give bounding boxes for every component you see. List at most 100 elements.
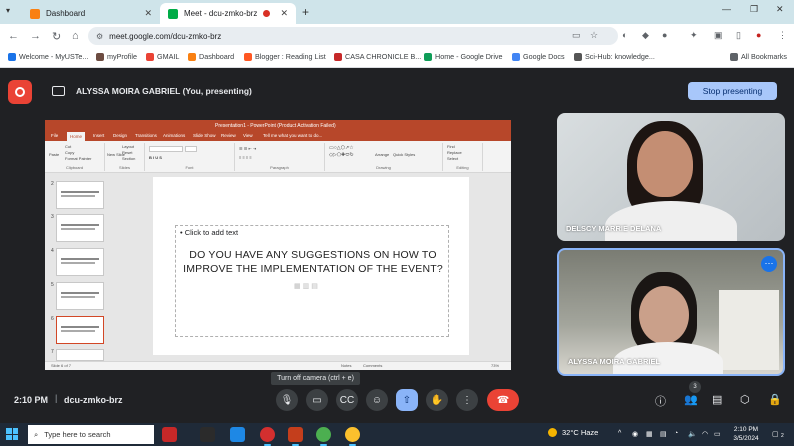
tray-app-icon[interactable]: ◉ <box>632 430 638 438</box>
taskbar-search[interactable]: ⌕ Type here to search <box>28 425 154 444</box>
bookmark-item[interactable]: Sci-Hub: knowledge... <box>574 52 655 61</box>
participant-tile[interactable]: DELSCY MARRIE DELANA <box>557 113 785 241</box>
slide-thumbnail[interactable] <box>56 248 104 276</box>
edge-icon[interactable] <box>230 427 245 442</box>
site-info-icon[interactable]: ⚙ <box>96 32 103 41</box>
chrome-icon[interactable] <box>345 427 360 446</box>
more-options-button[interactable]: ⋮ <box>456 389 478 411</box>
new-tab-icon[interactable]: + <box>302 5 309 19</box>
extension-icon[interactable]: ◐ <box>622 30 627 40</box>
close-tab-icon[interactable]: ✕ <box>144 8 152 19</box>
insert-content-icons[interactable]: ▦▥▤ <box>294 282 320 290</box>
tray-app-icon[interactable]: ◔ <box>674 430 678 437</box>
slide-thumbnail[interactable] <box>56 181 104 209</box>
puzzle-icon[interactable]: ✦ <box>690 30 698 41</box>
ppt-tab-slideshow[interactable]: Slide Show <box>193 133 216 138</box>
close-window-icon[interactable]: ✕ <box>776 4 784 15</box>
ppt-tab-transitions[interactable]: Transitions <box>135 133 157 138</box>
menu-icon[interactable]: ⋮ <box>778 30 787 41</box>
reset-button[interactable]: Reset <box>122 150 132 155</box>
ppt-tab-insert[interactable]: Insert <box>93 133 104 138</box>
ppt-tab-animations[interactable]: Animations <box>163 133 185 138</box>
reactions-button[interactable]: ☺ <box>366 389 388 411</box>
meeting-info-icon[interactable]: ⓘ <box>655 393 666 409</box>
bookmark-item[interactable]: CASA CHRONICLE B... <box>334 52 421 61</box>
reload-icon[interactable]: ↻ <box>52 30 61 43</box>
tab-meet[interactable]: Meet - dcu-zmko-brz ✕ <box>160 3 296 24</box>
maximize-icon[interactable]: ❐ <box>750 4 758 15</box>
quick-styles-button[interactable]: Quick Styles <box>393 152 415 157</box>
font-family-select[interactable] <box>149 146 183 152</box>
extension-icon[interactable]: ◆ <box>642 30 649 41</box>
home-icon[interactable]: ⌂ <box>72 30 79 42</box>
comments-button[interactable]: Comments <box>363 363 382 368</box>
bookmark-item[interactable]: Home - Google Drive <box>424 52 503 61</box>
bookmark-item[interactable]: Google Docs <box>512 52 565 61</box>
host-controls-icon[interactable]: 🔒 <box>768 393 782 406</box>
copy-button[interactable]: Copy <box>65 150 74 155</box>
windows-start-icon[interactable] <box>6 428 18 440</box>
replace-button[interactable]: Replace <box>447 150 462 155</box>
find-button[interactable]: Find <box>447 144 455 149</box>
weather-widget[interactable]: 32°C Haze <box>548 428 598 437</box>
shapes-gallery-icon[interactable]: ◇▷⬠✚⬭↻ <box>329 152 354 158</box>
align-icon[interactable]: ≡ ≡ ≡ ≡ <box>239 155 252 160</box>
bold-icon[interactable]: B I U S <box>149 155 162 160</box>
bookmark-item[interactable]: myProfile <box>96 52 137 61</box>
more-options-icon[interactable]: ⋯ <box>761 256 777 272</box>
camera-button[interactable]: ▭ <box>306 389 328 411</box>
select-button[interactable]: Select <box>447 156 458 161</box>
camera-permission-icon[interactable]: ▭ <box>572 30 581 41</box>
people-icon[interactable]: 👥 <box>684 393 698 406</box>
bullets-icon[interactable]: ☰ ☰ ⇤ ⇥ <box>239 146 256 151</box>
slide-question-text[interactable]: DO YOU HAVE ANY SUGGESTIONS ON HOW TO IM… <box>176 248 450 276</box>
ppt-tab-view[interactable]: View <box>243 133 253 138</box>
close-tab-icon[interactable]: ✕ <box>280 8 288 19</box>
shapes-gallery-icon[interactable]: ▭○△⬡↗☆ <box>329 145 354 151</box>
zoom-level[interactable]: 73% <box>491 363 499 368</box>
bookmark-star-icon[interactable]: ☆ <box>590 30 598 41</box>
tab-dashboard[interactable]: Dashboard ✕ <box>22 3 160 24</box>
ppt-tab-design[interactable]: Design <box>113 133 127 138</box>
url-bar[interactable]: ⚙ meet.google.com/dcu-zmko-brz <box>88 27 618 45</box>
tray-app-icon[interactable]: ▤ <box>660 430 667 438</box>
opera-icon[interactable] <box>260 427 275 446</box>
layout-button[interactable]: Layout <box>122 144 134 149</box>
slide-thumbnail[interactable] <box>56 349 104 361</box>
chrome-icon[interactable] <box>316 427 331 446</box>
raise-hand-button[interactable]: ✋ <box>426 389 448 411</box>
tab-search-icon[interactable]: ▾ <box>6 6 10 15</box>
bookmark-item[interactable]: Blogger : Reading List <box>244 52 326 61</box>
cut-button[interactable]: Cut <box>65 144 71 149</box>
all-bookmarks[interactable]: All Bookmarks <box>730 52 787 61</box>
back-icon[interactable]: ← <box>8 30 19 42</box>
ppt-tell-me[interactable]: Tell me what you want to do... <box>263 133 322 138</box>
content-placeholder[interactable]: • Click to add text DO YOU HAVE ANY SUGG… <box>175 225 449 337</box>
leave-call-button[interactable]: ☎ <box>487 389 519 411</box>
ppt-tab-home[interactable]: Home <box>67 132 86 141</box>
cast-icon[interactable]: ▣ <box>714 30 723 41</box>
profile-avatar[interactable]: ● <box>756 30 761 40</box>
format-painter-button[interactable]: Format Painter <box>65 156 91 161</box>
side-panel-icon[interactable]: ▯ <box>736 30 741 41</box>
volume-icon[interactable]: 🔈 <box>688 430 697 438</box>
tray-app-icon[interactable]: ▦ <box>646 430 653 438</box>
system-clock[interactable]: 2:10 PM 3/5/2024 <box>726 425 766 443</box>
participant-tile-self[interactable]: ⋯ ALYSSA MOIRA GABRIEL <box>557 248 785 376</box>
captions-button[interactable]: CC <box>336 389 358 411</box>
microphone-button[interactable]: 🎙 <box>276 389 298 411</box>
ppt-tab-file[interactable]: File <box>51 133 58 138</box>
stop-presenting-button[interactable]: Stop presenting <box>688 82 777 100</box>
tray-chevron-icon[interactable]: ^ <box>618 430 621 437</box>
bookmark-item[interactable]: Welcome - MyUSTe... <box>8 52 88 61</box>
recording-button[interactable] <box>8 80 32 104</box>
taskbar-app-icon[interactable] <box>162 427 177 442</box>
bookmark-item[interactable]: GMAIL <box>146 52 179 61</box>
extension-icon[interactable]: ● <box>662 30 667 40</box>
powerpoint-icon[interactable] <box>288 427 303 446</box>
slide-thumbnail[interactable] <box>56 214 104 242</box>
chat-icon[interactable]: ▤ <box>712 393 722 406</box>
present-button[interactable]: ⇧ <box>396 389 418 411</box>
notifications-icon[interactable]: ▢ <box>772 430 779 438</box>
bookmark-item[interactable]: Dashboard <box>188 52 234 61</box>
